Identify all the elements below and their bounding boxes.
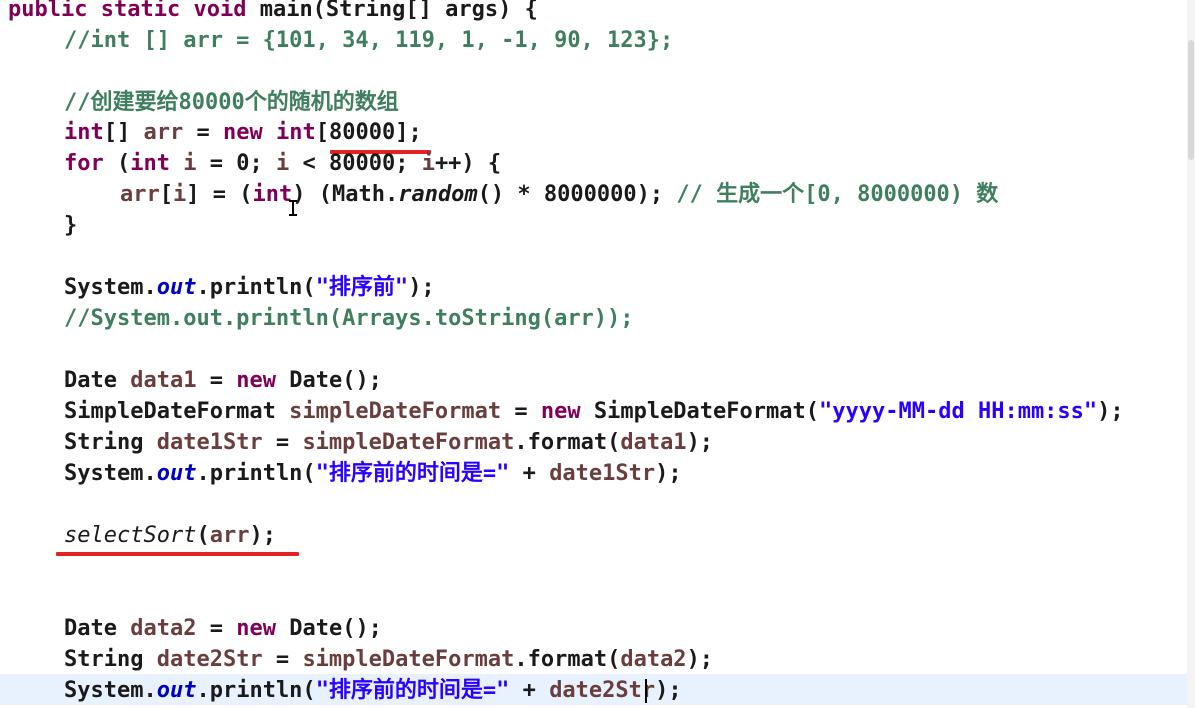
code-line-select-sort[interactable]: selectSort(arr);: [64, 520, 276, 551]
var-i: i: [173, 182, 187, 207]
closing-brace: }: [64, 213, 78, 238]
code-line-date1-str[interactable]: String date1Str = simpleDateFormat.forma…: [64, 427, 713, 458]
var-i: i: [275, 151, 290, 176]
field-out: out: [156, 678, 197, 703]
var-arr: arr: [143, 120, 184, 145]
var-data2: data2: [130, 616, 197, 641]
array-size-literal: [80000]: [315, 120, 409, 145]
var-date1-str: date1Str: [156, 430, 263, 455]
var-data1: data1: [130, 368, 197, 393]
method-select-sort: selectSort: [64, 523, 197, 548]
field-out: out: [156, 461, 197, 486]
string-before-sort: "排序前": [315, 275, 409, 300]
keyword-int: int: [130, 151, 170, 176]
var-i: i: [421, 151, 435, 176]
code-line-random-assign[interactable]: arr[i] = (int) (Math.random() * 8000000)…: [120, 179, 998, 210]
keyword-static: static: [100, 0, 181, 22]
comment-random-range: // 生成一个[0, 8000000) 数: [676, 182, 999, 207]
code-line-date2-str[interactable]: String date2Str = simpleDateFormat.forma…: [64, 644, 713, 675]
var-arr: arr: [120, 182, 160, 207]
code-line-close-brace[interactable]: }: [64, 210, 77, 241]
comment-create-random-array: //创建要给80000个的随机的数组: [64, 90, 399, 115]
var-i: i: [183, 151, 197, 176]
var-simple-date-format: simpleDateFormat: [302, 430, 515, 455]
code-line-print-time-before[interactable]: System.out.println("排序前的时间是=" + date1Str…: [64, 458, 682, 489]
var-date1-str: date1Str: [549, 461, 656, 486]
code-line-date-format[interactable]: SimpleDateFormat simpleDateFormat = new …: [64, 396, 1124, 427]
code-line-array-decl[interactable]: int[] arr = new int[80000];: [64, 117, 422, 148]
keyword-int: int: [252, 182, 293, 207]
code-line-print-before[interactable]: System.out.println("排序前");: [64, 272, 435, 303]
keyword-new: new: [540, 399, 581, 424]
mouse-ibeam-cursor-icon: [289, 200, 297, 216]
code-line-create-comment[interactable]: //创建要给80000个的随机的数组: [64, 87, 399, 118]
keyword-new: new: [236, 368, 276, 393]
var-simple-date-format: simpleDateFormat: [289, 399, 502, 424]
comment-print-array: //System.out.println(Arrays.toString(arr…: [64, 306, 634, 331]
var-simple-date-format: simpleDateFormat: [302, 647, 515, 672]
code-line-commented-array[interactable]: //int [] arr = {101, 34, 119, 1, -1, 90,…: [64, 25, 673, 56]
method-signature: main(String[] args) {: [259, 0, 538, 22]
keyword-public: public: [8, 0, 88, 22]
keyword-new: new: [236, 616, 276, 641]
keyword-int: int: [64, 120, 104, 145]
code-editor[interactable]: public static void main(String[] args) {…: [0, 0, 1195, 708]
var-date2-str: date2Str: [156, 647, 263, 672]
code-line-method-signature[interactable]: public static void main(String[] args) {: [8, 0, 538, 25]
keyword-void: void: [193, 0, 247, 22]
code-line-print-time-after[interactable]: System.out.println("排序前的时间是=" + date2Str…: [64, 675, 682, 706]
var-arr: arr: [209, 523, 250, 548]
code-line-commented-print[interactable]: //System.out.println(Arrays.toString(arr…: [64, 303, 634, 334]
text-caret: [645, 679, 647, 703]
code-line-date1[interactable]: Date data1 = new Date();: [64, 365, 382, 396]
keyword-for: for: [64, 151, 104, 176]
field-out: out: [156, 275, 197, 300]
var-data1: data1: [620, 430, 687, 455]
keyword-new: new: [223, 120, 263, 145]
method-random: random: [398, 182, 478, 207]
string-date-pattern: "yyyy-MM-dd HH:mm:ss": [819, 399, 1098, 424]
var-data2: data2: [620, 647, 687, 672]
vertical-scrollbar[interactable]: [1187, 0, 1195, 708]
code-line-for-loop[interactable]: for (int i = 0; i < 80000; i++) {: [64, 148, 501, 179]
string-time-after: "排序前的时间是=": [315, 678, 510, 703]
scrollbar-thumb[interactable]: [1188, 40, 1194, 160]
keyword-int: int: [276, 120, 316, 145]
string-time-before: "排序前的时间是=": [315, 461, 510, 486]
red-annotation-underline-sort: [56, 552, 299, 556]
comment-array-init: //int [] arr = {101, 34, 119, 1, -1, 90,…: [64, 28, 674, 53]
code-line-date2[interactable]: Date data2 = new Date();: [64, 613, 382, 644]
var-date2-str: date2Str: [549, 678, 656, 703]
